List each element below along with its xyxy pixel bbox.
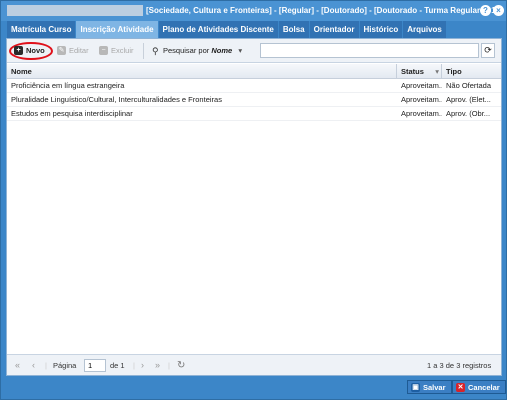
first-page-icon[interactable]: «: [15, 359, 20, 372]
cell-tipo: Aprov. (Obr...: [446, 109, 491, 118]
cell-nome: Estudos em pesquisa interdisciplinar: [11, 109, 133, 118]
tab-arquivos[interactable]: Arquivos: [403, 21, 446, 38]
search-field-selector[interactable]: ⚲ Pesquisar por Nome ▾: [151, 44, 242, 58]
next-page-icon[interactable]: ›: [141, 359, 144, 372]
column-menu-icon[interactable]: ▾: [435, 64, 439, 79]
column-header-status[interactable]: Status ▾: [397, 64, 442, 79]
cell-status: Aproveitam...: [401, 109, 442, 118]
grid-header: Nome Status ▾ Tipo: [7, 64, 501, 79]
cancel-icon: ✕: [456, 383, 465, 392]
pagination-bar: « ‹ | Página de 1 | › » | ↻ 1 a 3 de 3 r…: [7, 354, 501, 375]
cell-tipo: Aprov. (Elet...: [446, 95, 491, 104]
search-icon: ⚲: [152, 46, 159, 56]
column-header-status-label: Status: [401, 67, 424, 76]
tab-inscricao-atividade[interactable]: Inscrição Atividade: [76, 21, 158, 38]
redacted-student-name: [7, 5, 143, 16]
page-count-label: de 1: [110, 361, 125, 370]
delete-button[interactable]: − Excluir: [98, 44, 134, 58]
new-button-label: Novo: [26, 46, 45, 55]
close-icon[interactable]: ×: [493, 5, 504, 16]
title-bar[interactable]: [Sociedade, Cultura e Fronteiras] - [Reg…: [1, 1, 506, 21]
dialog-window: [Sociedade, Cultura e Fronteiras] - [Reg…: [0, 0, 507, 400]
cell-status: Aproveitam...: [401, 81, 442, 90]
toolbar: + Novo ✎ Editar − Excluir ⚲ Pesquisar po…: [7, 39, 501, 63]
search-input[interactable]: [260, 43, 479, 58]
page-label: Página: [53, 361, 77, 370]
pager-separator: |: [45, 361, 47, 370]
edit-button-label: Editar: [69, 46, 89, 55]
cell-status: Aproveitam...: [401, 95, 442, 104]
cancel-button-label: Cancelar: [468, 383, 500, 392]
grid-body: Proficiência em língua estrangeira Aprov…: [7, 79, 501, 121]
delete-button-label: Excluir: [111, 46, 134, 55]
tab-orientador[interactable]: Orientador: [309, 21, 359, 38]
column-header-tipo[interactable]: Tipo: [442, 64, 501, 79]
pager-separator: |: [133, 361, 135, 370]
tab-bolsa[interactable]: Bolsa: [278, 21, 309, 38]
tab-matricula-curso[interactable]: Matrícula Curso: [7, 21, 76, 38]
tab-historico[interactable]: Histórico: [359, 21, 403, 38]
new-button[interactable]: + Novo: [13, 44, 45, 58]
tab-plano-atividades-discente[interactable]: Plano de Atividades Discente: [158, 21, 278, 38]
last-page-icon[interactable]: »: [155, 359, 160, 372]
toolbar-separator: [143, 43, 144, 59]
save-button-label: Salvar: [423, 383, 446, 392]
search-prefix: Pesquisar por: [163, 46, 210, 55]
refresh-search-button[interactable]: ⟳: [481, 43, 495, 58]
plus-icon: +: [14, 46, 23, 55]
edit-button[interactable]: ✎ Editar: [56, 44, 89, 58]
tab-bar: Matrícula Curso Inscrição Atividade Plan…: [7, 21, 447, 38]
record-summary: 1 a 3 de 3 registros: [427, 361, 492, 370]
content-panel: + Novo ✎ Editar − Excluir ⚲ Pesquisar po…: [6, 38, 502, 376]
previous-page-icon[interactable]: ‹: [32, 359, 35, 372]
table-row[interactable]: Proficiência em língua estrangeira Aprov…: [7, 79, 501, 93]
table-row[interactable]: Estudos em pesquisa interdisciplinar Apr…: [7, 107, 501, 121]
minus-icon: −: [99, 46, 108, 55]
save-icon: ▣: [411, 383, 420, 392]
search-field-name: Nome: [211, 46, 233, 55]
refresh-icon: ⟳: [484, 45, 492, 55]
help-icon[interactable]: ?: [480, 5, 491, 16]
cancel-button[interactable]: ✕ Cancelar: [452, 380, 506, 394]
save-button[interactable]: ▣ Salvar: [407, 380, 452, 394]
table-row[interactable]: Pluralidade Linguístico/Cultural, Interc…: [7, 93, 501, 107]
refresh-icon[interactable]: ↻: [177, 359, 185, 372]
cell-tipo: Não Ofertada: [446, 81, 492, 90]
page-number-input[interactable]: [84, 359, 106, 372]
column-header-nome[interactable]: Nome: [7, 64, 397, 79]
edit-icon: ✎: [57, 46, 66, 55]
window-title: [Sociedade, Cultura e Fronteiras] - [Reg…: [146, 6, 503, 15]
pager-separator: |: [168, 361, 170, 370]
cell-nome: Proficiência em língua estrangeira: [11, 81, 125, 90]
chevron-down-icon: ▾: [238, 46, 243, 55]
cell-nome: Pluralidade Linguístico/Cultural, Interc…: [11, 95, 222, 104]
